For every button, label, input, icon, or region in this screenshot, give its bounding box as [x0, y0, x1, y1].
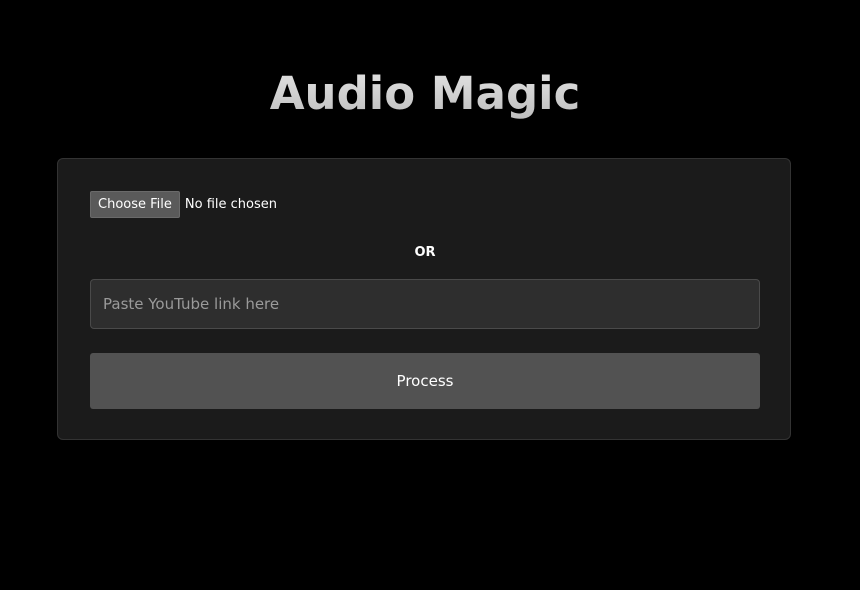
youtube-link-input[interactable]: [90, 279, 760, 329]
file-picker: Choose File No file chosen: [90, 191, 277, 218]
upload-card: Choose File No file chosen OR Process: [57, 158, 791, 440]
page-title: Audio Magic: [0, 62, 850, 126]
process-button[interactable]: Process: [90, 353, 760, 409]
or-divider-label: OR: [414, 245, 436, 260]
page: Audio Magic Choose File No file chosen O…: [0, 0, 860, 590]
file-status-text: No file chosen: [184, 197, 277, 212]
choose-file-button[interactable]: Choose File: [90, 191, 180, 218]
